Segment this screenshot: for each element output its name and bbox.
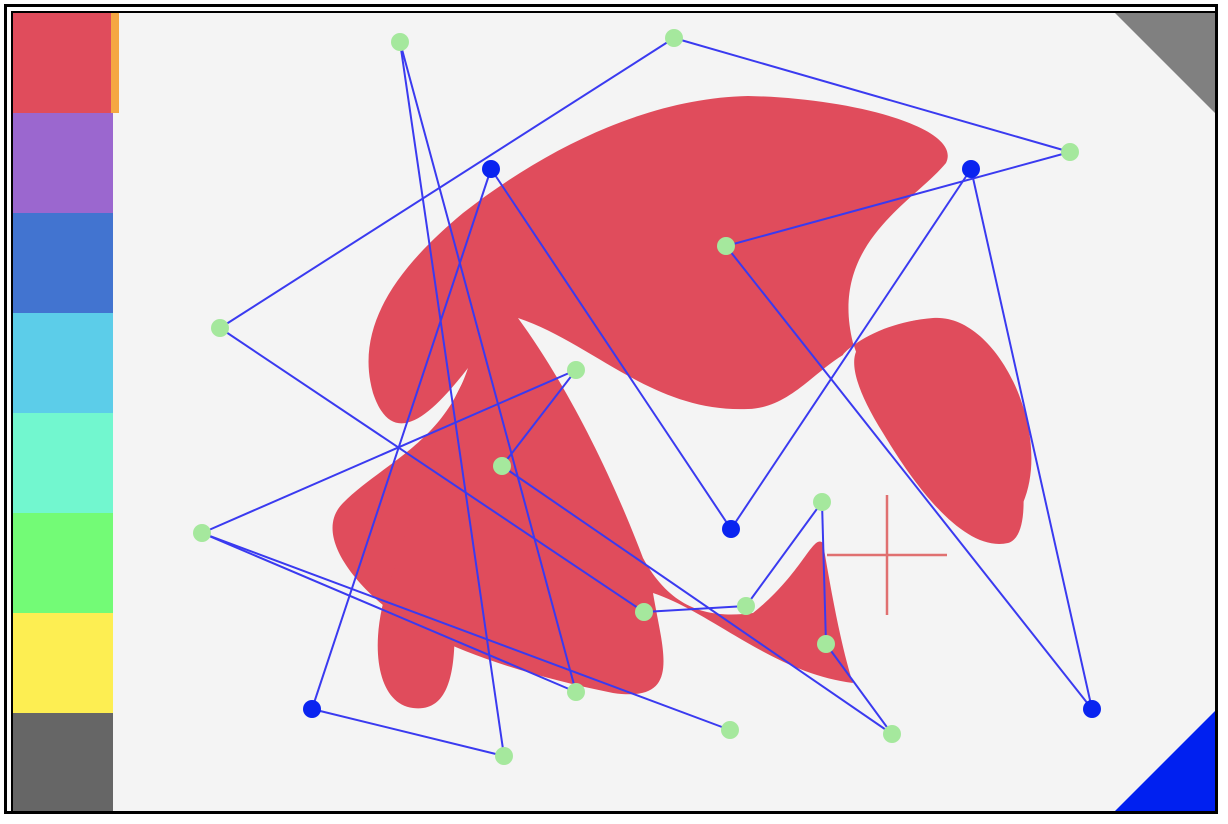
color-swatch-blue[interactable]: [13, 213, 113, 313]
control-point[interactable]: [813, 493, 831, 511]
drawing-board[interactable]: [11, 11, 1217, 813]
drawing-canvas[interactable]: [13, 13, 1215, 811]
control-point[interactable]: [737, 597, 755, 615]
color-swatch-purple[interactable]: [13, 113, 113, 213]
control-point[interactable]: [567, 361, 585, 379]
color-swatch-green[interactable]: [13, 513, 113, 613]
control-point[interactable]: [883, 725, 901, 743]
control-point[interactable]: [567, 683, 585, 701]
anchor-point[interactable]: [303, 700, 321, 718]
control-point[interactable]: [493, 457, 511, 475]
anchor-point[interactable]: [1083, 700, 1101, 718]
color-swatch-red[interactable]: [13, 13, 119, 113]
control-point[interactable]: [391, 33, 409, 51]
anchor-point[interactable]: [722, 520, 740, 538]
color-swatch-aquamarine[interactable]: [13, 413, 113, 513]
control-point[interactable]: [817, 635, 835, 653]
control-point[interactable]: [635, 603, 653, 621]
control-point[interactable]: [665, 29, 683, 47]
color-swatch-cyan[interactable]: [13, 313, 113, 413]
control-point[interactable]: [211, 319, 229, 337]
color-swatch-yellow[interactable]: [13, 613, 113, 713]
color-swatch-gray[interactable]: [13, 713, 113, 811]
control-point[interactable]: [495, 747, 513, 765]
color-palette: [13, 13, 119, 811]
control-point[interactable]: [1061, 143, 1079, 161]
anchor-point[interactable]: [482, 160, 500, 178]
control-point[interactable]: [717, 237, 735, 255]
control-point[interactable]: [721, 721, 739, 739]
anchor-point[interactable]: [962, 160, 980, 178]
control-point[interactable]: [193, 524, 211, 542]
